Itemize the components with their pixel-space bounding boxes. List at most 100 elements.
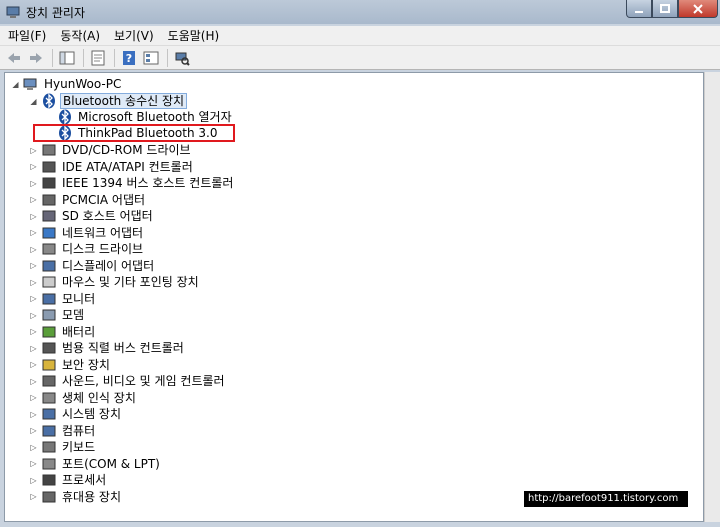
expand-toggle[interactable]: ▷ — [29, 324, 38, 340]
title-bar[interactable]: 장치 관리자 — [0, 0, 720, 24]
expand-toggle[interactable]: ▷ — [29, 291, 38, 307]
menu-bar: 파일(F) 동작(A) 보기(V) 도움말(H) — [0, 26, 720, 46]
forward-button[interactable] — [26, 48, 46, 68]
close-icon — [693, 3, 703, 14]
tree-item-ms-bluetooth-enum[interactable]: Microsoft Bluetooth 열거자 — [57, 109, 234, 125]
scan-hardware-icon — [175, 52, 190, 66]
tree-item-label: 네트워크 어댑터 — [62, 225, 144, 240]
tree-item-label: DVD/CD-ROM 드라이브 — [62, 143, 191, 157]
expand-toggle[interactable]: ▷ — [29, 472, 38, 488]
tree-category-item[interactable]: ▷ 포트(COM & LPT) — [29, 456, 162, 472]
expand-toggle[interactable]: ▷ — [29, 258, 38, 274]
expand-toggle[interactable]: ▷ — [29, 423, 38, 439]
tree-category-item[interactable]: ▷ 모니터 — [29, 291, 97, 307]
tree-category-item[interactable]: ▷ IDE ATA/ATAPI 컨트롤러 — [29, 159, 195, 175]
tree-item-label: 디스플레이 어댑터 — [62, 258, 155, 273]
menu-action[interactable]: 동작(A) — [60, 27, 100, 44]
back-button[interactable] — [4, 48, 24, 68]
minimize-button[interactable] — [626, 0, 652, 18]
expand-toggle[interactable]: ▷ — [29, 406, 38, 422]
tree-item-label: 시스템 장치 — [62, 407, 122, 421]
maximize-icon — [660, 3, 670, 13]
menu-file[interactable]: 파일(F) — [8, 27, 46, 44]
tree-category-item[interactable]: ▷ 시스템 장치 — [29, 406, 123, 422]
tree-category-item[interactable]: ▷ 범용 직렬 버스 컨트롤러 — [29, 340, 186, 356]
tree-category-item[interactable]: ▷ 키보드 — [29, 439, 97, 455]
port-icon — [42, 458, 56, 469]
maximize-button[interactable] — [652, 0, 678, 18]
expand-toggle[interactable]: ▷ — [29, 439, 38, 455]
dvd-drive-icon — [42, 144, 56, 156]
expand-toggle[interactable]: ▷ — [29, 225, 38, 241]
scan-hardware-button[interactable] — [172, 48, 192, 68]
vertical-scrollbar[interactable] — [704, 72, 720, 522]
biometric-icon — [42, 392, 56, 403]
tree-category-item[interactable]: ▷ SD 호스트 어댑터 — [29, 208, 155, 224]
toolbar-separator — [114, 48, 115, 67]
computer-icon — [23, 78, 37, 90]
tree-category-item[interactable]: ▷ 보안 장치 — [29, 357, 112, 373]
tree-category-item[interactable]: ▷ 네트워크 어댑터 — [29, 225, 145, 241]
view-button[interactable] — [141, 48, 161, 68]
battery-icon — [42, 326, 56, 337]
close-button[interactable] — [678, 0, 718, 18]
tree-item-bluetooth[interactable]: ◢ Bluetooth 송수신 장치 — [29, 93, 188, 109]
tree-category-item[interactable]: ▷ PCMCIA 어댑터 — [29, 192, 147, 208]
tree-item-label: 모뎀 — [62, 308, 85, 322]
expand-toggle[interactable]: ▷ — [29, 274, 38, 290]
tree-category-item[interactable]: ▷ 컴퓨터 — [29, 423, 97, 439]
collapse-toggle[interactable]: ◢ — [11, 76, 20, 92]
expand-toggle[interactable]: ▷ — [29, 390, 38, 406]
tree-category-item[interactable]: ▷ 프로세서 — [29, 472, 108, 488]
expand-toggle[interactable]: ▷ — [29, 456, 38, 472]
svg-text:?: ? — [126, 52, 132, 65]
help-icon: ? — [123, 50, 135, 65]
expand-toggle[interactable]: ▷ — [29, 142, 38, 158]
tree-category-item[interactable]: ▷ 사운드, 비디오 및 게임 컨트롤러 — [29, 373, 227, 389]
expand-toggle[interactable]: ▷ — [29, 307, 38, 323]
menu-help[interactable]: 도움말(H) — [168, 27, 220, 44]
tree-category-item[interactable]: ▷ 배터리 — [29, 324, 97, 340]
tree-root[interactable]: ◢ HyunWoo-PC — [11, 76, 123, 92]
expand-toggle[interactable]: ▷ — [29, 192, 38, 208]
tree-item-label: 마우스 및 기타 포인팅 장치 — [62, 275, 199, 289]
tree-category-item[interactable]: ▷ DVD/CD-ROM 드라이브 — [29, 142, 193, 158]
tree-item-label: 프로세서 — [62, 473, 107, 487]
sd-host-icon — [42, 210, 56, 222]
menu-view[interactable]: 보기(V) — [114, 27, 154, 44]
expand-toggle[interactable]: ▷ — [29, 489, 38, 505]
expand-toggle[interactable]: ▷ — [29, 340, 38, 356]
expand-toggle[interactable]: ▷ — [29, 373, 38, 389]
tree-item-label: 생체 인식 장치 — [62, 390, 136, 405]
expand-toggle[interactable]: ▷ — [29, 175, 38, 191]
tree-category-item[interactable]: ▷ 마우스 및 기타 포인팅 장치 — [29, 274, 201, 290]
ieee1394-icon — [42, 177, 56, 189]
properties-button[interactable] — [88, 48, 108, 68]
security-device-icon — [42, 359, 56, 370]
collapse-toggle[interactable]: ◢ — [29, 93, 38, 109]
disk-drive-icon — [42, 243, 56, 255]
tree-category-item[interactable]: ▷ 모뎀 — [29, 307, 86, 323]
expand-toggle[interactable]: ▷ — [29, 208, 38, 224]
device-manager-window: 장치 관리자 파일(F) 동작(A) 보기(V) 도움말(H) ? ◢ Hyun… — [0, 0, 720, 527]
help-button[interactable]: ? — [119, 48, 139, 68]
tree-item-label: 키보드 — [62, 440, 96, 454]
expand-toggle[interactable]: ▷ — [29, 357, 38, 373]
usb-controller-icon — [42, 342, 56, 354]
toolbar-separator — [52, 48, 53, 67]
tree-category-item[interactable]: ▷ IEEE 1394 버스 호스트 컨트롤러 — [29, 175, 235, 191]
expand-toggle[interactable]: ▷ — [29, 241, 38, 257]
ide-controller-icon — [42, 161, 56, 172]
mouse-icon — [42, 276, 56, 288]
show-hide-tree-button[interactable] — [57, 48, 77, 68]
expand-toggle[interactable]: ▷ — [29, 159, 38, 175]
tree-category-item[interactable]: ▷ 생체 인식 장치 — [29, 390, 138, 406]
toolbar: ? — [0, 46, 720, 70]
tree-item-label: 휴대용 장치 — [62, 489, 122, 504]
network-adapter-icon — [42, 227, 56, 238]
modem-icon — [42, 309, 56, 321]
tree-category-item[interactable]: ▷ 디스크 드라이브 — [29, 241, 145, 257]
tree-category-item[interactable]: ▷ 디스플레이 어댑터 — [29, 258, 156, 274]
processor-icon — [42, 474, 56, 486]
tree-category-item[interactable]: ▷ 휴대용 장치 — [29, 489, 123, 505]
